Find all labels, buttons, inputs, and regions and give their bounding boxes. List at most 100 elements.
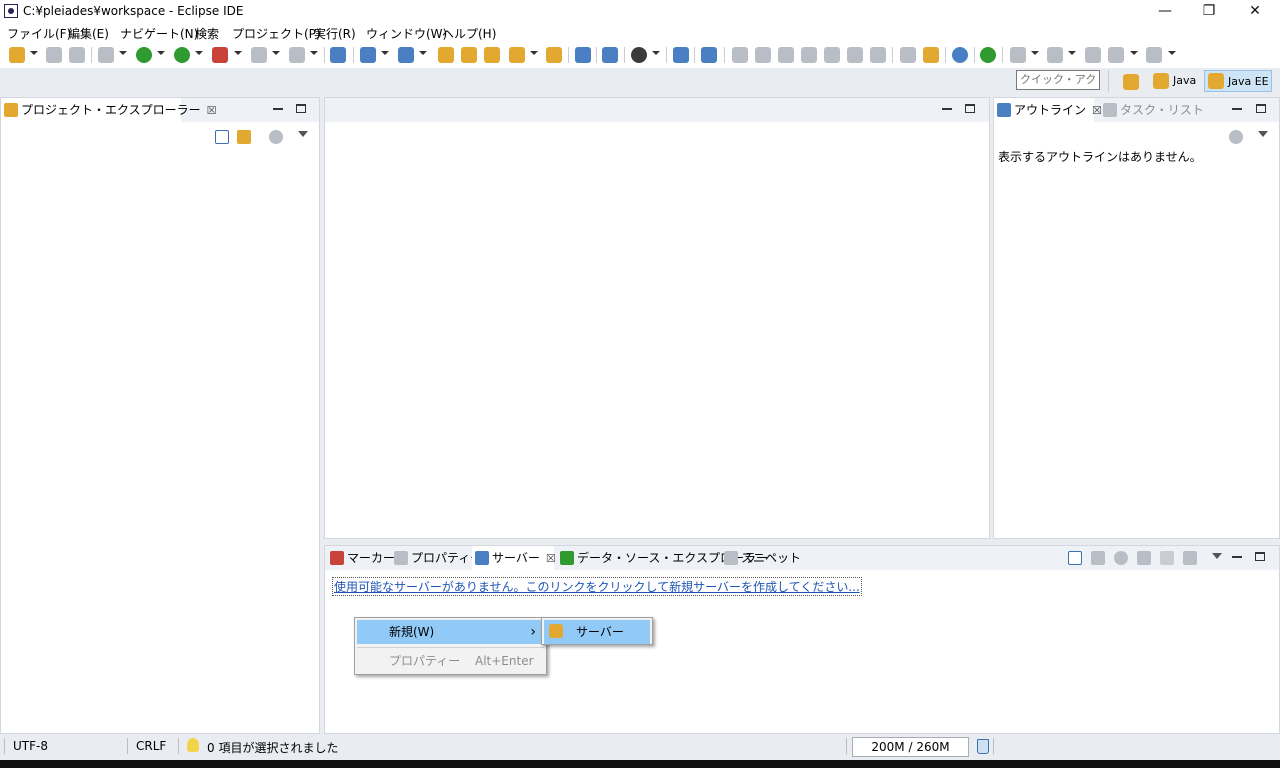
collapse-all-icon[interactable] [215, 130, 229, 144]
external-tools-dropdown-icon[interactable] [234, 51, 242, 55]
context-menu-new[interactable]: 新規(W) › [357, 620, 544, 644]
next-annotation-icon[interactable] [900, 47, 916, 63]
open-resource-icon[interactable] [484, 47, 500, 63]
tab-properties[interactable]: プロパティー [391, 546, 482, 570]
new-dropdown-icon[interactable] [30, 51, 38, 55]
close-icon[interactable]: ☒ [207, 99, 217, 123]
save-icon[interactable] [46, 47, 62, 63]
collapse-all-icon[interactable] [1068, 551, 1082, 565]
stop-dropdown-icon[interactable] [272, 51, 280, 55]
minimize-view-icon[interactable] [1232, 108, 1242, 110]
start-server-icon[interactable] [1114, 551, 1128, 565]
maximize-view-icon[interactable] [1256, 104, 1266, 113]
last-edit-location-icon[interactable] [1085, 47, 1101, 63]
step-over-icon[interactable] [847, 47, 863, 63]
open-folder-icon[interactable] [546, 47, 562, 63]
settings-gear-icon[interactable] [952, 47, 968, 63]
disconnect-icon[interactable] [801, 47, 817, 63]
terminate-icon[interactable] [778, 47, 794, 63]
step-into-icon[interactable] [824, 47, 840, 63]
close-icon[interactable]: ☒ [546, 547, 556, 571]
garbage-collect-icon[interactable] [977, 739, 989, 754]
stop-icon[interactable] [251, 47, 267, 63]
step-return-icon[interactable] [870, 47, 886, 63]
menu-window[interactable]: ウィンドウ(W) [366, 25, 447, 42]
next-edit-dropdown-icon[interactable] [1031, 51, 1039, 55]
open-type-icon[interactable] [438, 47, 454, 63]
minimize-view-icon[interactable] [273, 108, 283, 110]
debug-icon[interactable] [98, 47, 114, 63]
maximize-view-icon[interactable] [1255, 552, 1265, 561]
link-with-editor-icon[interactable] [237, 130, 251, 144]
next-edit-icon[interactable] [1010, 47, 1026, 63]
menu-edit[interactable]: 編集(E) [68, 25, 109, 42]
web-browser-icon[interactable] [575, 47, 591, 63]
create-server-link[interactable]: 使用可能なサーバーがありません。このリンクをクリックして新規サーバーを作成してく… [332, 577, 862, 596]
deploy-icon[interactable] [289, 47, 305, 63]
run-icon[interactable] [136, 47, 152, 63]
profile-server-icon[interactable] [1137, 551, 1151, 565]
perspective-java-ee[interactable]: Java EE [1204, 70, 1272, 92]
search-arrow-icon[interactable] [530, 51, 538, 55]
filter-icon[interactable] [269, 130, 283, 144]
account-icon[interactable] [631, 47, 647, 63]
resume-icon[interactable] [732, 47, 748, 63]
coverage-icon[interactable] [174, 47, 190, 63]
tab-task-list[interactable]: タスク・リスト [1100, 98, 1204, 122]
maximize-view-icon[interactable] [296, 104, 306, 113]
quick-access-input[interactable] [1016, 70, 1100, 90]
new-wizard-icon[interactable] [9, 47, 25, 63]
external-tools-icon[interactable] [212, 47, 228, 63]
view-menu-icon[interactable] [298, 131, 308, 137]
forward-arrow-icon[interactable] [1146, 47, 1162, 63]
tab-snippets[interactable]: スニペット [721, 546, 801, 570]
menu-search[interactable]: 検索 [195, 25, 219, 42]
search-dropdown-icon[interactable] [509, 47, 525, 63]
tab-markers[interactable]: マーカー [327, 546, 395, 570]
minimize-editor-icon[interactable] [942, 108, 952, 110]
menu-navigate[interactable]: ナビゲート(N) [120, 25, 198, 42]
web-project-dropdown-icon[interactable] [381, 51, 389, 55]
console-icon[interactable] [673, 47, 689, 63]
new-web-project-icon[interactable] [360, 47, 376, 63]
tab-project-explorer[interactable]: プロジェクト・エクスプローラー ☒ [1, 98, 217, 122]
new-class-dropdown-icon[interactable] [419, 51, 427, 55]
view-menu-icon[interactable] [1258, 131, 1268, 137]
toggle-breakpoint-icon[interactable] [923, 47, 939, 63]
account-dropdown-icon[interactable] [652, 51, 660, 55]
tab-data-source-explorer[interactable]: データ・ソース・エクスプローラー [557, 546, 768, 570]
stop-server-icon[interactable] [1160, 551, 1174, 565]
start-server-icon[interactable] [980, 47, 996, 63]
deploy-dropdown-icon[interactable] [310, 51, 318, 55]
back-arrow-icon[interactable] [1108, 47, 1124, 63]
minimize-button[interactable]: — [1142, 0, 1188, 22]
menu-project[interactable]: プロジェクト(P) [232, 25, 321, 42]
previous-edit-dropdown-icon[interactable] [1068, 51, 1076, 55]
run-dropdown-icon[interactable] [157, 51, 165, 55]
open-perspective-icon[interactable] [1123, 74, 1139, 90]
publish-icon[interactable] [1183, 551, 1197, 565]
open-task-icon[interactable] [461, 47, 477, 63]
coverage-dropdown-icon[interactable] [195, 51, 203, 55]
menu-file[interactable]: ファイル(F) [7, 25, 71, 42]
suspend-icon[interactable] [755, 47, 771, 63]
new-class-icon[interactable] [398, 47, 414, 63]
back-dropdown-icon[interactable] [1130, 51, 1138, 55]
view-menu-icon[interactable] [1212, 553, 1222, 559]
menu-run[interactable]: 実行(R) [314, 25, 356, 42]
submenu-item-server[interactable]: サーバー [544, 620, 650, 644]
close-window-button[interactable]: ✕ [1232, 0, 1278, 22]
restore-button[interactable]: ❐ [1186, 0, 1232, 22]
sync-icon[interactable] [602, 47, 618, 63]
tab-servers[interactable]: サーバー ☒ [472, 546, 556, 571]
tab-outline[interactable]: アウトライン ☒ [994, 98, 1102, 122]
menu-help[interactable]: ヘルプ(H) [442, 25, 496, 42]
maximize-editor-icon[interactable] [965, 104, 975, 113]
filter-icon[interactable] [1229, 130, 1243, 144]
pin-icon[interactable] [701, 47, 717, 63]
perspective-java[interactable]: Java [1150, 70, 1200, 92]
save-all-icon[interactable] [69, 47, 85, 63]
forward-dropdown-icon[interactable] [1168, 51, 1176, 55]
previous-edit-icon[interactable] [1047, 47, 1063, 63]
debug-server-icon[interactable] [1091, 551, 1105, 565]
